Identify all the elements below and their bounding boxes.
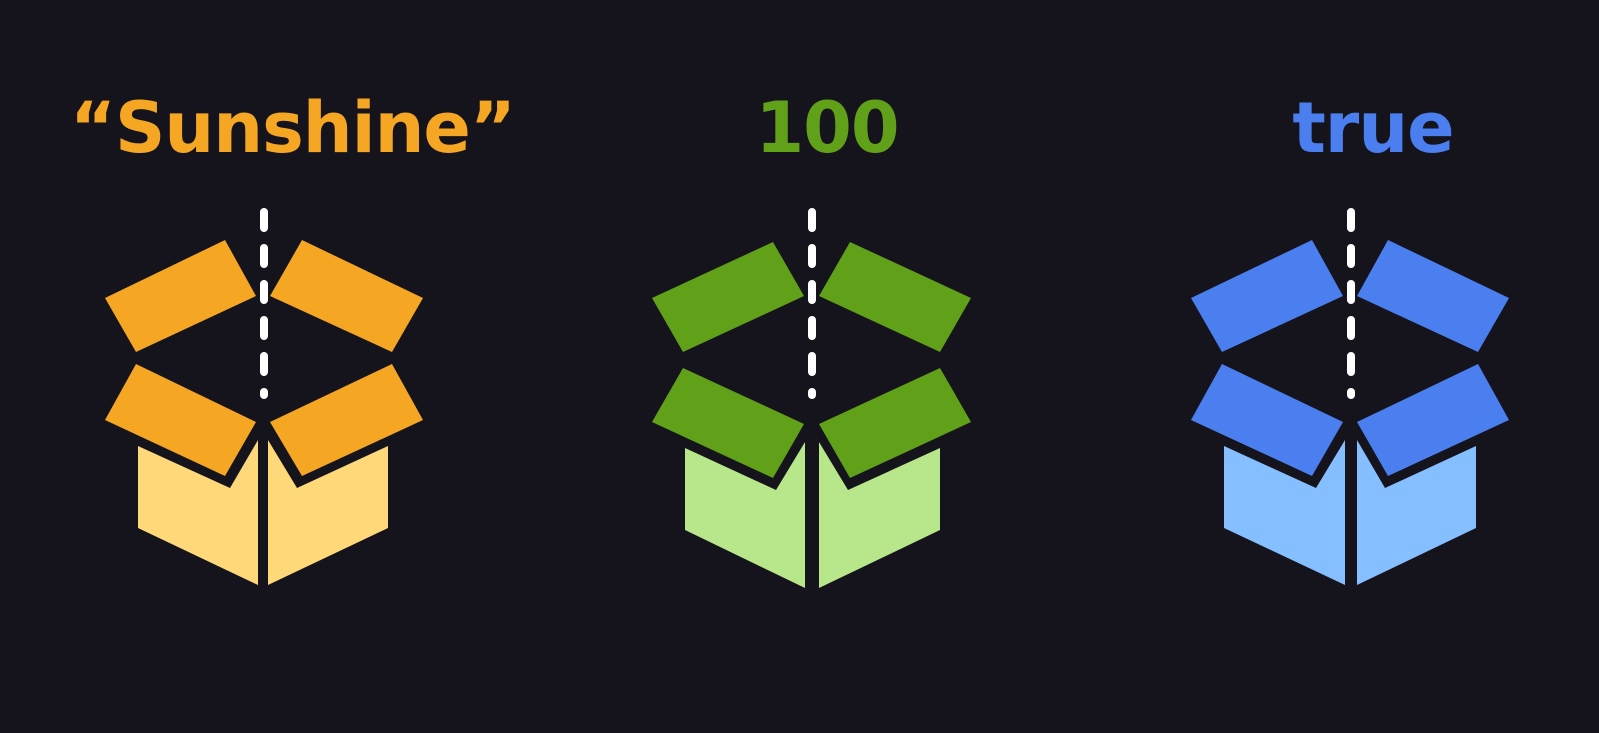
box-body bbox=[138, 440, 388, 585]
boolean-value-panel: true bbox=[1173, 0, 1573, 733]
open-box-icon bbox=[652, 208, 971, 588]
box-body bbox=[685, 442, 940, 588]
open-box-icon bbox=[105, 208, 423, 585]
number-value-panel: 100 bbox=[627, 0, 1027, 733]
box-body bbox=[1224, 440, 1476, 585]
string-value-panel: “Sunshine” bbox=[70, 0, 516, 733]
open-box-icon bbox=[1191, 208, 1509, 585]
